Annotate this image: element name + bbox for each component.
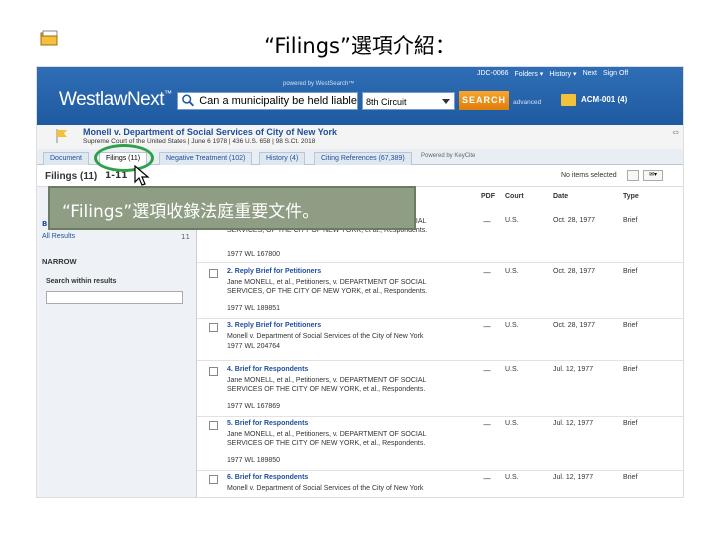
keycite-label: Powered by KeyCite xyxy=(421,153,476,159)
row-checkbox[interactable] xyxy=(209,323,218,332)
row-date: Jul. 12, 1977 xyxy=(553,366,594,373)
search-input[interactable]: Can a municipality be held liable xyxy=(177,92,358,110)
tab-negative-treatment[interactable]: Negative Treatment (102) xyxy=(159,152,253,165)
row-court: U.S. xyxy=(505,420,519,427)
tab-history[interactable]: History (4) xyxy=(259,152,306,165)
row-title[interactable]: 3. Reply Brief for Petitioners xyxy=(227,322,321,329)
table-row[interactable]: 4. Brief for Respondents Jane MONELL, et… xyxy=(197,363,683,417)
row-pdf: — xyxy=(483,366,491,375)
row-type: Brief xyxy=(623,217,638,224)
row-type: Brief xyxy=(623,366,638,373)
folders-menu[interactable]: Folders ▾ xyxy=(515,70,544,78)
row-type: Brief xyxy=(623,420,638,427)
row-parties: Jane MONELL, et al., Petitioners, v. DEP… xyxy=(227,377,427,393)
row-court: U.S. xyxy=(505,366,519,373)
next-link[interactable]: Next xyxy=(583,70,597,78)
row-title[interactable]: 6. Brief for Respondents xyxy=(227,474,308,481)
no-items-selected: No items selected xyxy=(561,172,617,179)
row-parties: Jane MONELL, et al., Petitioners, v. DEP… xyxy=(227,279,428,295)
brand-logo: WestlawNext™ xyxy=(59,89,172,110)
westlaw-header: JDC-0066 Folders ▾ History ▾ Next Sign O… xyxy=(37,67,683,125)
col-type[interactable]: Type xyxy=(623,193,639,200)
narrow-heading: NARROW xyxy=(42,257,77,266)
row-pdf: — xyxy=(483,217,491,226)
westlaw-screenshot: JDC-0066 Folders ▾ History ▾ Next Sign O… xyxy=(36,66,684,498)
row-checkbox[interactable] xyxy=(209,269,218,278)
row-parties: Monell v. Department of Social Services … xyxy=(227,333,424,340)
chevron-down-icon xyxy=(442,99,450,104)
row-pdf: — xyxy=(483,474,491,483)
table-row[interactable]: 5. Brief for Respondents Jane MONELL, et… xyxy=(197,417,683,471)
table-row[interactable]: 2. Reply Brief for Petitioners Jane MONE… xyxy=(197,265,683,319)
row-date: Oct. 28, 1977 xyxy=(553,217,596,224)
row-pdf: — xyxy=(483,420,491,429)
row-court: U.S. xyxy=(505,217,519,224)
history-menu[interactable]: History ▾ xyxy=(549,70,576,78)
advanced-link[interactable]: advanced xyxy=(513,99,541,106)
all-results-count: 11 xyxy=(181,233,190,241)
search-within-input[interactable] xyxy=(46,291,183,304)
results-range: 1-11 xyxy=(105,171,128,181)
col-date[interactable]: Date xyxy=(553,193,568,200)
row-title[interactable]: 5. Brief for Respondents xyxy=(227,420,308,427)
document-title[interactable]: Monell v. Department of Social Services … xyxy=(83,127,337,137)
row-cite: 1977 WL 189850 xyxy=(227,457,281,464)
row-cite: 1977 WL 189851 xyxy=(227,305,281,312)
row-type: Brief xyxy=(623,474,638,481)
folder-icon[interactable] xyxy=(561,94,576,106)
table-row[interactable]: 6. Brief for Respondents Monell v. Depar… xyxy=(197,471,683,497)
row-date: Jul. 12, 1977 xyxy=(553,474,594,481)
row-parties: Monell v. Department of Social Services … xyxy=(227,485,424,492)
row-checkbox[interactable] xyxy=(209,367,218,376)
jurisdiction-select[interactable]: 8th Circuit xyxy=(362,92,455,110)
left-panel: B All Results 11 NARROW Search within re… xyxy=(37,187,197,497)
row-date: Jul. 12, 1977 xyxy=(553,420,594,427)
slide: “Filings”選項介紹： JDC-0066 Folders ▾ Histor… xyxy=(0,0,720,540)
row-date: Oct. 28, 1977 xyxy=(553,268,596,275)
left-panel-label: B xyxy=(42,220,48,228)
row-date: Oct. 28, 1977 xyxy=(553,322,596,329)
row-checkbox[interactable] xyxy=(209,421,218,430)
row-title[interactable]: 4. Brief for Respondents xyxy=(227,366,308,373)
row-pdf: — xyxy=(483,268,491,277)
search-query: Can a municipality be held liable xyxy=(199,95,357,107)
slide-title: “Filings”選項介紹： xyxy=(264,34,456,58)
flag-icon xyxy=(56,129,67,143)
col-court[interactable]: Court xyxy=(505,193,524,200)
results-title: Filings (11) xyxy=(45,171,98,182)
mouse-cursor-icon xyxy=(134,165,150,186)
search-within-label: Search within results xyxy=(46,278,117,285)
col-pdf[interactable]: PDF xyxy=(481,193,495,200)
row-cite: 1977 WL 204764 xyxy=(227,343,281,350)
search-button[interactable]: SEARCH xyxy=(459,91,509,110)
row-pdf: — xyxy=(483,322,491,331)
top-nav: JDC-0066 Folders ▾ History ▾ Next Sign O… xyxy=(477,70,628,78)
user-id: JDC-0066 xyxy=(477,70,509,77)
row-parties: Jane MONELL, et al., Petitioners, v. DEP… xyxy=(227,431,427,447)
row-type: Brief xyxy=(623,322,638,329)
row-cite: 1977 WL 167800 xyxy=(227,251,281,258)
sign-off-link[interactable]: Sign Off xyxy=(603,70,628,78)
row-title[interactable]: 2. Reply Brief for Petitioners xyxy=(227,268,321,275)
row-type: Brief xyxy=(623,268,638,275)
tab-citing-references[interactable]: Citing References (67,389) xyxy=(314,152,412,165)
row-court: U.S. xyxy=(505,322,519,329)
row-court: U.S. xyxy=(505,474,519,481)
callout-box: “Filings”選項收錄法庭重要文件。 xyxy=(48,186,416,230)
powered-by: powered by WestSearch™ xyxy=(283,81,355,87)
row-cite: 1977 WL 167869 xyxy=(227,403,281,410)
email-tool-icon[interactable]: ✉▾ xyxy=(643,170,663,181)
folder-tool-icon[interactable] xyxy=(627,170,639,181)
expand-icon[interactable]: ⇔ xyxy=(672,128,679,137)
all-results-link[interactable]: All Results xyxy=(42,233,75,240)
row-court: U.S. xyxy=(505,268,519,275)
row-checkbox[interactable] xyxy=(209,475,218,484)
search-icon xyxy=(182,94,195,107)
tab-document[interactable]: Document xyxy=(43,152,89,165)
client-folder-label[interactable]: ACM-001 (4) xyxy=(581,95,627,104)
table-row[interactable]: 3. Reply Brief for Petitioners Monell v.… xyxy=(197,319,683,361)
